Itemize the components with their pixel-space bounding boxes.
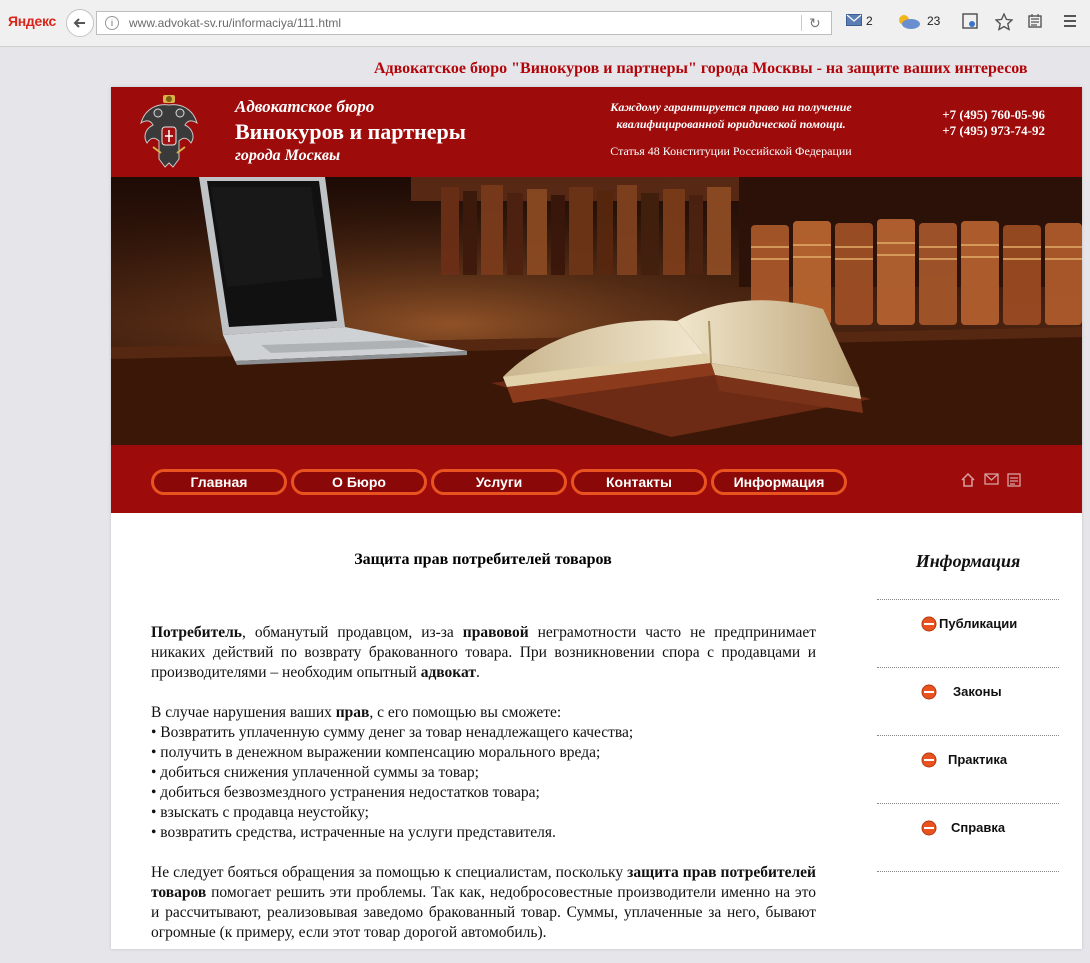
yandex-logo[interactable]: Яндекс bbox=[8, 13, 56, 29]
sitemap-icon[interactable] bbox=[1007, 473, 1021, 487]
phone-1: +7 (495) 760-05-96 bbox=[942, 107, 1045, 122]
bold-text: прав bbox=[335, 704, 370, 721]
text-run: , обманутый продавцом, из-за bbox=[241, 624, 463, 641]
divider bbox=[877, 871, 1059, 872]
sidebar-item-practice[interactable]: Практика bbox=[877, 745, 1059, 775]
star-icon[interactable] bbox=[995, 13, 1013, 31]
text-run: . bbox=[475, 664, 480, 681]
info-icon[interactable]: i bbox=[105, 16, 119, 30]
phone-block: +7 (495) 760-05-96 +7 (495) 973-74-92 bbox=[911, 107, 1045, 139]
site-header: Адвокатское бюро Винокуров и партнеры го… bbox=[111, 87, 1082, 177]
mail-count[interactable]: 2 bbox=[866, 14, 873, 28]
quote-line-1: Каждому гарантируется право на получение bbox=[610, 100, 852, 114]
sidebar-item-reference[interactable]: Справка bbox=[877, 813, 1059, 843]
browser-toolbar: Яндекс i www.advokat-sv.ru/informaciya/1… bbox=[0, 0, 1090, 47]
site-container: Адвокатское бюро Винокуров и партнеры го… bbox=[111, 87, 1082, 949]
rights-list-intro: В случае нарушения ваших прав, с его пом… bbox=[151, 703, 816, 723]
menu-about[interactable]: О Бюро bbox=[291, 469, 427, 495]
sidebar-title: Информация bbox=[915, 551, 1021, 571]
list-item: • взыскать с продавца неустойку; bbox=[151, 804, 369, 821]
back-button[interactable] bbox=[66, 9, 94, 37]
red-circle-icon bbox=[921, 616, 937, 632]
list-item: • добиться безвозмездного устранения нед… bbox=[151, 784, 540, 801]
list-item: • добиться снижения уплаченной суммы за … bbox=[151, 764, 479, 781]
home-icon[interactable] bbox=[961, 473, 975, 487]
sidebar-item-label: Законы bbox=[953, 684, 1002, 699]
text-run: В случае нарушения ваших bbox=[151, 704, 336, 721]
article-paragraph-3: Не следует бояться обращения за помощью … bbox=[151, 863, 816, 943]
sidebar-item-laws[interactable]: Законы bbox=[877, 677, 1059, 707]
divider bbox=[877, 735, 1059, 736]
red-circle-icon bbox=[921, 684, 937, 700]
hero-image bbox=[111, 177, 1082, 445]
menu-home[interactable]: Главная bbox=[151, 469, 287, 495]
red-circle-icon bbox=[921, 820, 937, 836]
article-paragraph-1: Потребитель, обманутый продавцом, из-за … bbox=[151, 623, 816, 683]
menu-info[interactable]: Информация bbox=[711, 469, 847, 495]
list-item: • Возвратить уплаченную сумму денег за т… bbox=[151, 724, 634, 741]
list-item: • получить в денежном выражении компенса… bbox=[151, 744, 601, 761]
reload-icon[interactable]: ↻ bbox=[809, 15, 821, 32]
brand-name: Винокуров и партнеры bbox=[235, 119, 466, 144]
menu-services[interactable]: Услуги bbox=[431, 469, 567, 495]
arrow-left-icon bbox=[73, 18, 85, 28]
quote-source: Статья 48 Конституции Российской Федерац… bbox=[610, 144, 852, 158]
divider bbox=[801, 15, 802, 31]
article-title: Защита прав потребителей товаров bbox=[354, 551, 612, 568]
sidebar-item-label: Справка bbox=[951, 820, 1006, 835]
email-icon[interactable] bbox=[984, 473, 999, 485]
text-run: Не следует бояться обращения за помощью … bbox=[151, 864, 628, 881]
sidebar-item-label: Практика bbox=[948, 752, 1008, 767]
constitution-quote: Каждому гарантируется право на получение… bbox=[581, 99, 881, 133]
address-bar[interactable]: i www.advokat-sv.ru/informaciya/111.html… bbox=[96, 11, 832, 35]
sidebar-item-label: Публикации bbox=[939, 616, 1018, 631]
article-body: Потребитель, обманутый продавцом, из-за … bbox=[151, 623, 816, 963]
divider bbox=[877, 667, 1059, 668]
extension-icon[interactable] bbox=[962, 13, 978, 29]
url-text: www.advokat-sv.ru/informaciya/111.html bbox=[129, 16, 342, 30]
sidebar-item-publications[interactable]: Публикации bbox=[877, 609, 1059, 639]
menu-icon[interactable] bbox=[1062, 13, 1078, 29]
list-item: • возвратить средства, истраченные на ус… bbox=[151, 824, 556, 841]
weather-icon[interactable] bbox=[896, 13, 922, 31]
divider bbox=[877, 803, 1059, 804]
menu-contacts[interactable]: Контакты bbox=[571, 469, 707, 495]
divider bbox=[877, 599, 1059, 600]
nav-band: Главная О Бюро Услуги Контакты Информаци… bbox=[111, 445, 1082, 513]
bold-text: правовой bbox=[462, 624, 529, 641]
phone-2: +7 (495) 973-74-92 bbox=[942, 123, 1045, 138]
double-headed-eagle-logo[interactable] bbox=[139, 93, 199, 171]
brand-line-1: Адвокатское бюро bbox=[235, 97, 375, 116]
brand-city: города Москвы bbox=[235, 147, 341, 164]
mail-icon[interactable] bbox=[846, 13, 862, 27]
reading-list-icon[interactable] bbox=[1027, 13, 1043, 29]
text-run: , с его помощью вы сможете: bbox=[369, 704, 562, 721]
quote-line-2: квалифицированной юридической помощи. bbox=[616, 117, 846, 131]
rights-list-items: • Возвратить уплаченную сумму денег за т… bbox=[151, 723, 816, 843]
red-circle-icon bbox=[921, 752, 937, 768]
site-tagline: Адвокатское бюро "Винокуров и партнеры" … bbox=[374, 60, 1028, 77]
bold-text: Потребитель bbox=[151, 624, 242, 641]
weather-temp[interactable]: 23 bbox=[927, 14, 940, 28]
text-run: помогает решить эти проблемы. Так как, н… bbox=[151, 884, 816, 941]
bold-text: адвокат bbox=[420, 664, 476, 681]
rights-list: В случае нарушения ваших прав, с его пом… bbox=[151, 703, 816, 843]
